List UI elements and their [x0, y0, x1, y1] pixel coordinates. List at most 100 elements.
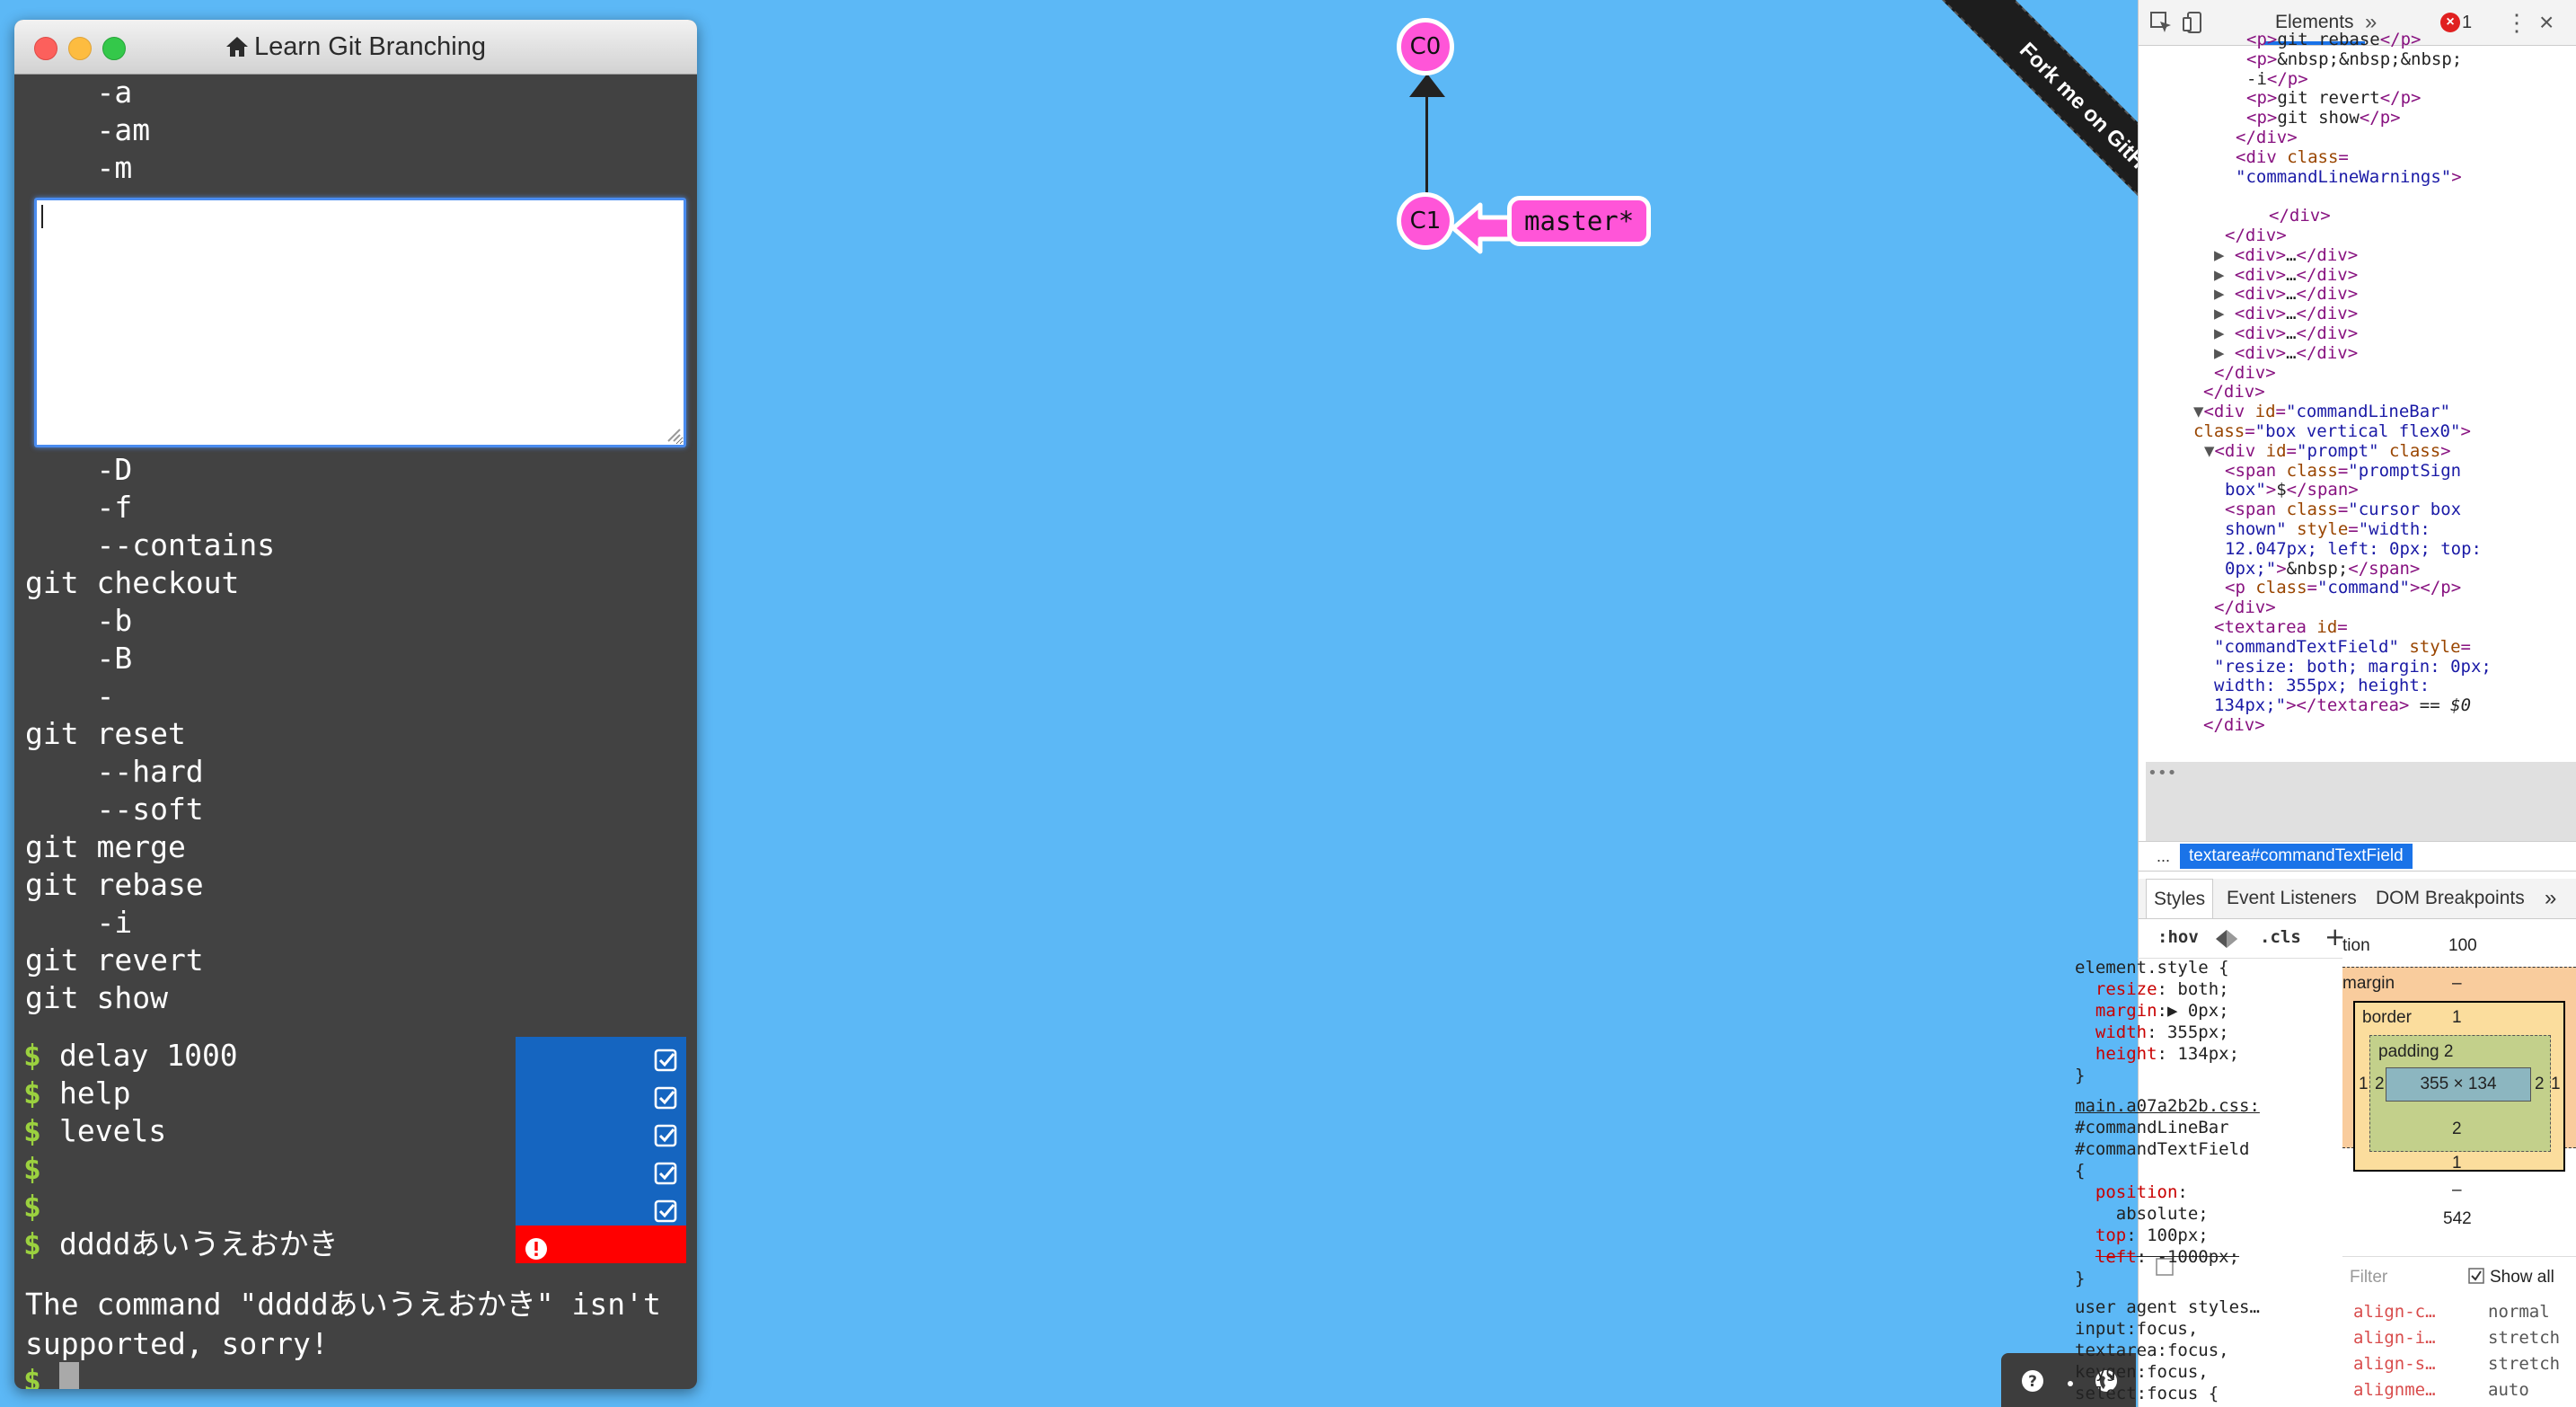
breadcrumb-selected[interactable]: textarea#commandTextField [2180, 844, 2413, 869]
home-icon [226, 37, 249, 57]
dom-line[interactable]: width: 355px; height: [2214, 676, 2430, 696]
history-entry: $ [14, 1188, 686, 1226]
dom-line[interactable]: ▶ <div>…</div> [2214, 304, 2358, 324]
help-line: git show [25, 980, 168, 1015]
command-text-field[interactable] [34, 198, 686, 447]
error-count[interactable]: 1 [2462, 0, 2472, 45]
history-entry: $ delay 1000 [14, 1037, 686, 1075]
dom-line[interactable]: </div> [2225, 226, 2287, 246]
style-line: margin:▶ 0px; [2095, 1001, 2229, 1021]
style-line: left: -1000px; [2095, 1247, 2240, 1267]
dom-line[interactable]: </div> [2214, 597, 2276, 618]
dom-line[interactable]: ▶ <div>…</div> [2214, 284, 2358, 305]
status-ok [516, 1075, 686, 1112]
dom-line[interactable]: <p>git revert</p> [2246, 88, 2421, 109]
style-line: input:focus, [2075, 1319, 2199, 1339]
dom-line[interactable]: class="box vertical flex0"> [2193, 421, 2471, 442]
dom-line[interactable]: </div> [2214, 363, 2276, 384]
dom-line[interactable]: 0px;">&nbsp;</span> [2225, 559, 2420, 580]
style-line: user agent styles… [2075, 1297, 2260, 1317]
edge-arrowhead [1409, 74, 1445, 97]
style-line: element.style { [2075, 958, 2229, 978]
dom-line[interactable]: </div> [2203, 382, 2265, 403]
close-devtools-icon[interactable]: × [2539, 0, 2554, 45]
dom-node-menu-icon[interactable]: ••• [2148, 764, 2177, 783]
devtools-panel: Elements » × 1 ⋮ × ••• <p>git rebase</p>… [2138, 0, 2576, 1407]
dom-line[interactable]: </div> [2236, 128, 2298, 148]
help-icon[interactable]: ? [2021, 1369, 2044, 1393]
prompt-sign: $ [23, 1113, 41, 1148]
help-line: --hard [25, 754, 204, 789]
dom-line[interactable]: <span class="promptSign [2225, 461, 2461, 482]
checkbox-checked-icon [654, 1044, 677, 1072]
dom-line[interactable]: "resize: both; margin: 0px; [2214, 657, 2492, 677]
more-style-tabs-icon[interactable]: » [2545, 879, 2556, 918]
dom-line[interactable]: <div class= [2236, 147, 2349, 168]
commit-node-c0[interactable]: C0 [1397, 18, 1454, 75]
history-command: help [59, 1075, 131, 1111]
dom-line[interactable]: 134px;"></textarea> == $0 [2214, 695, 2471, 716]
styles-tab-bar: Styles Event Listeners DOM Breakpoints » [2139, 879, 2576, 919]
checkbox-checked-icon [654, 1082, 677, 1110]
terminal-window: Learn Git Branching -a -am -m -D -f --co… [14, 20, 697, 1389]
status-ok [516, 1037, 686, 1075]
style-line: #commandLineBar [2075, 1118, 2229, 1137]
inspect-element-icon[interactable] [2149, 11, 2173, 34]
dom-line[interactable]: ▼<div id="commandLineBar" [2193, 402, 2450, 422]
history-command: delay 1000 [59, 1038, 238, 1073]
dom-line[interactable]: "commandLineWarnings"> [2236, 167, 2462, 188]
breadcrumb: ... textarea#commandTextField [2139, 841, 2576, 872]
fork-me-ribbon[interactable]: Fork me on GitHub [1941, 0, 2138, 266]
style-line: position: [2095, 1182, 2188, 1202]
devtools-menu-icon[interactable]: ⋮ [2505, 0, 2528, 45]
dom-line[interactable]: </div> [2203, 715, 2265, 736]
dom-line[interactable]: ▶ <div>…</div> [2214, 323, 2358, 344]
status-ok [516, 1112, 686, 1150]
command-prompt: $ [14, 1362, 686, 1389]
help-line: --contains [25, 527, 276, 562]
breadcrumb-overflow[interactable]: ... [2157, 842, 2170, 871]
style-line: absolute; [2075, 1204, 2209, 1224]
style-line: width: 355px; [2095, 1022, 2229, 1042]
help-line: -am [25, 112, 151, 147]
dom-line[interactable]: <span class="cursor box [2225, 500, 2461, 520]
dom-line[interactable]: <p>git show</p> [2246, 108, 2401, 128]
dom-line[interactable]: shown" style="width: [2225, 519, 2430, 540]
history-entry: $ help [14, 1075, 686, 1112]
tab-event-listeners[interactable]: Event Listeners [2227, 879, 2357, 918]
dom-line[interactable]: <p>&nbsp;&nbsp;&nbsp; [2246, 49, 2462, 70]
style-line: } [2075, 1066, 2086, 1085]
style-line: } [2075, 1269, 2086, 1288]
dom-line[interactable]: ▼<div id="prompt" class> [2204, 441, 2451, 462]
help-line: git merge [25, 829, 186, 864]
dom-line[interactable]: <textarea id= [2214, 617, 2348, 638]
checkbox-checked-icon [654, 1119, 677, 1147]
error-badge-icon[interactable]: × [2440, 13, 2460, 32]
dom-line[interactable]: <p class="command"></p> [2225, 578, 2461, 598]
dom-line[interactable]: <p>git rebase</p> [2246, 30, 2421, 50]
dom-line[interactable]: -i</p> [2246, 69, 2308, 90]
resize-handle-icon[interactable] [665, 426, 681, 442]
help-line: -a [25, 75, 133, 110]
dom-line[interactable]: box">$</span> [2225, 480, 2359, 500]
commit-node-c1[interactable]: C1 [1397, 192, 1454, 250]
svg-text:?: ? [2028, 1373, 2037, 1391]
prompt-sign: $ [23, 1189, 41, 1224]
dom-line[interactable]: ▶ <div>…</div> [2214, 265, 2358, 286]
dom-line[interactable]: </div> [2269, 206, 2331, 226]
prompt-sign: $ [23, 1038, 41, 1073]
style-line: top: 100px; [2095, 1226, 2209, 1245]
device-toolbar-icon[interactable] [2182, 11, 2205, 34]
tab-styles[interactable]: Styles [2146, 879, 2214, 918]
text-caret [41, 205, 43, 228]
dom-line[interactable]: "commandTextField" style= [2214, 637, 2471, 658]
style-line: resize: both; [2095, 979, 2229, 999]
tab-dom-breakpoints[interactable]: DOM Breakpoints [2376, 879, 2525, 918]
dom-line[interactable]: 12.047px; left: 0px; top: [2225, 539, 2482, 560]
dom-line[interactable]: ▶ <div>…</div> [2214, 245, 2358, 266]
prompt-sign: $ [23, 1151, 41, 1186]
checkbox-checked-icon [654, 1195, 677, 1223]
branch-label-master[interactable]: master* [1507, 196, 1652, 246]
dom-line[interactable]: ▶ <div>…</div> [2214, 343, 2358, 364]
help-line: git reset [25, 716, 186, 751]
